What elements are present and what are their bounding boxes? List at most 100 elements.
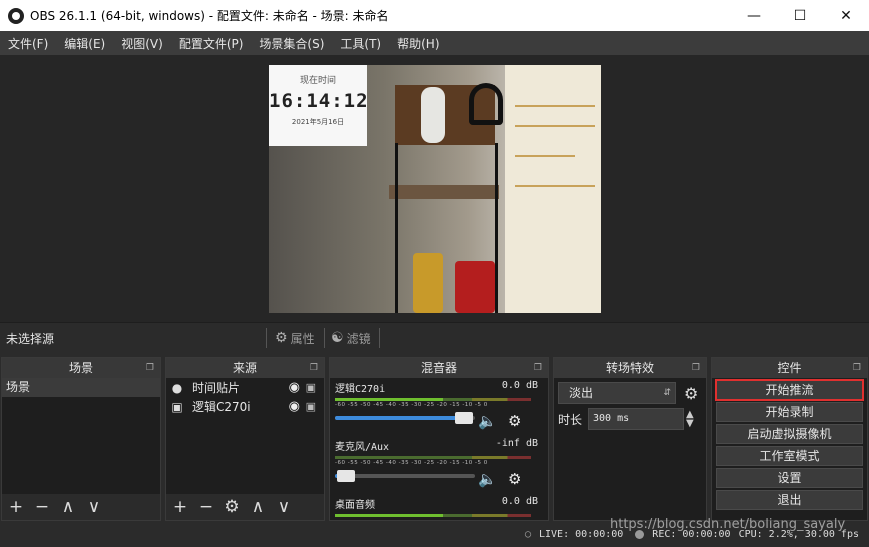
sources-toolbar: + − ⚙ ∧ ∨: [166, 494, 324, 520]
camera-device: [421, 87, 445, 143]
source-item[interactable]: ▣ 逻辑C270i ◉ ▣: [166, 397, 324, 416]
filters-button[interactable]: ☯ 滤镜: [324, 328, 380, 348]
volume-knob[interactable]: [455, 412, 473, 424]
speaker-icon[interactable]: 🔈: [478, 470, 497, 488]
mixer-channel: 桌面音频 0.0 dB: [330, 494, 548, 517]
clock-date: 2021年5月16日: [291, 118, 345, 126]
scene-item[interactable]: 场景: [2, 378, 160, 397]
filters-label: 滤镜: [346, 331, 371, 346]
studio-mode-button[interactable]: 工作室模式: [716, 446, 863, 466]
dock-float-icon[interactable]: ❐: [853, 358, 861, 378]
dock-float-icon[interactable]: ❐: [692, 358, 700, 378]
gear-icon[interactable]: ⚙: [508, 470, 521, 488]
menu-view[interactable]: 视图(V): [113, 35, 171, 52]
remove-icon[interactable]: −: [34, 497, 50, 517]
mixer-dock-header: 混音器 ❐: [330, 358, 548, 378]
chevron-updown-icon: ⇵: [663, 388, 671, 398]
visibility-eye-icon[interactable]: ◉: [289, 380, 300, 395]
dock-float-icon[interactable]: ❐: [534, 358, 542, 378]
move-down-icon[interactable]: ∨: [276, 497, 292, 517]
preview-canvas[interactable]: 现在时间 16:14:12 2021年5月16日: [269, 65, 601, 313]
gear-icon[interactable]: ⚙: [224, 497, 240, 517]
globe-icon: ●: [171, 380, 183, 395]
sources-dock: 来源 ❐ ● 时间贴片 ◉ ▣ ▣ 逻辑C270i ◉ ▣ + − ⚙ ∧ ∨: [165, 357, 325, 521]
menu-scene-collection[interactable]: 场景集合(S): [251, 35, 332, 52]
selected-source-label: 未选择源: [6, 332, 55, 346]
minimize-button[interactable]: —: [731, 0, 777, 31]
visibility-eye-icon[interactable]: ◉: [289, 399, 300, 414]
gear-icon[interactable]: ⚙: [684, 384, 698, 403]
speaker-icon[interactable]: 🔈: [478, 412, 497, 430]
dock-float-icon[interactable]: ❐: [146, 358, 154, 378]
source-item-label: 时间贴片: [192, 381, 241, 395]
settings-button[interactable]: 设置: [716, 468, 863, 488]
remove-icon[interactable]: −: [198, 497, 214, 517]
gear-icon: ⚙: [275, 330, 288, 346]
menu-bar: 文件(F) 编辑(E) 视图(V) 配置文件(P) 场景集合(S) 工具(T) …: [0, 31, 869, 55]
close-button[interactable]: ✕: [823, 0, 869, 31]
transitions-dock-header: 转场特效 ❐: [554, 358, 706, 378]
preview-area: 现在时间 16:14:12 2021年5月16日: [0, 55, 869, 323]
gear-icon[interactable]: ⚙: [508, 412, 521, 430]
start-streaming-button[interactable]: 开始推流: [715, 379, 864, 401]
source-item-label: 逻辑C270i: [192, 400, 251, 414]
mixer-dock-title: 混音器: [420, 361, 457, 375]
level-meter: [335, 398, 531, 401]
start-recording-button[interactable]: 开始录制: [716, 402, 863, 422]
lock-icon[interactable]: ▣: [306, 400, 316, 413]
exit-button[interactable]: 退出: [716, 490, 863, 510]
duration-label: 时长: [558, 412, 583, 427]
transition-value: 淡出: [569, 386, 594, 400]
dock-float-icon[interactable]: ❐: [310, 358, 318, 378]
volume-slider[interactable]: [335, 412, 475, 424]
move-up-icon[interactable]: ∧: [250, 497, 266, 517]
add-icon[interactable]: +: [8, 497, 24, 517]
sources-dock-title: 来源: [232, 361, 257, 375]
clock-time: 16:14:12: [269, 90, 369, 112]
start-virtual-camera-button[interactable]: 启动虚拟摄像机: [716, 424, 863, 444]
spin-arrows-icon[interactable]: ▲ ▼: [686, 410, 694, 429]
transition-select[interactable]: 淡出 ⇵: [558, 382, 676, 404]
channel-db: 0.0 dB: [501, 380, 538, 391]
menu-edit[interactable]: 编辑(E): [56, 35, 113, 52]
meter-scale: -60 -55 -50 -45 -40 -35 -30 -25 -20 -15 …: [335, 402, 488, 408]
menu-tools[interactable]: 工具(T): [332, 35, 389, 52]
shelf-post-left: [395, 143, 398, 313]
scenes-toolbar: + − ∧ ∨: [2, 494, 160, 520]
properties-label: 属性: [290, 331, 315, 346]
mixer-channel: 麦克风/Aux -inf dB -60 -55 -50 -45 -40 -35 …: [330, 436, 548, 494]
source-toolbar: 未选择源 ⚙ 属性 ☯ 滤镜: [0, 323, 869, 353]
volume-slider[interactable]: [335, 470, 475, 482]
wall-poster: [505, 65, 601, 313]
source-item[interactable]: ● 时间贴片 ◉ ▣: [166, 378, 324, 397]
properties-button[interactable]: ⚙ 属性: [266, 328, 315, 348]
headphones: [469, 83, 503, 125]
level-meter: [335, 456, 531, 459]
shelf-board: [389, 185, 499, 199]
sources-dock-header: 来源 ❐: [166, 358, 324, 378]
controls-dock-title: 控件: [777, 361, 802, 375]
scenes-dock-header: 场景 ❐: [2, 358, 160, 378]
level-meter: [335, 514, 531, 517]
clock-label: 现在时间: [299, 76, 336, 86]
mixer-dock: 混音器 ❐ 逻辑C270i 0.0 dB -60 -55 -50 -45 -40…: [329, 357, 549, 521]
volume-fill: [335, 416, 464, 420]
maximize-button[interactable]: ☐: [777, 0, 823, 31]
menu-profile[interactable]: 配置文件(P): [171, 35, 252, 52]
watermark-text: https://blog.csdn.net/boliang_sayaly: [610, 517, 846, 532]
clock-overlay: 现在时间 16:14:12 2021年5月16日: [269, 65, 369, 146]
controls-dock: 控件 ❐ 开始推流 开始录制 启动虚拟摄像机 工作室模式 设置 退出: [711, 357, 868, 521]
volume-knob[interactable]: [337, 470, 355, 482]
move-up-icon[interactable]: ∧: [60, 497, 76, 517]
transitions-dock: 转场特效 ❐ 淡出 ⇵ ⚙ 时长 300 ms ▲ ▼: [553, 357, 707, 521]
mixer-channel: 逻辑C270i 0.0 dB -60 -55 -50 -45 -40 -35 -…: [330, 378, 548, 436]
menu-help[interactable]: 帮助(H): [389, 35, 447, 52]
duration-spinbox[interactable]: 300 ms: [588, 408, 685, 430]
tea-jar-red: [455, 261, 495, 313]
scenes-dock-title: 场景: [68, 361, 93, 375]
meter-scale: -60 -55 -50 -45 -40 -35 -30 -25 -20 -15 …: [335, 460, 488, 466]
add-icon[interactable]: +: [172, 497, 188, 517]
menu-file[interactable]: 文件(F): [0, 35, 56, 52]
move-down-icon[interactable]: ∨: [86, 497, 102, 517]
lock-icon[interactable]: ▣: [306, 381, 316, 394]
